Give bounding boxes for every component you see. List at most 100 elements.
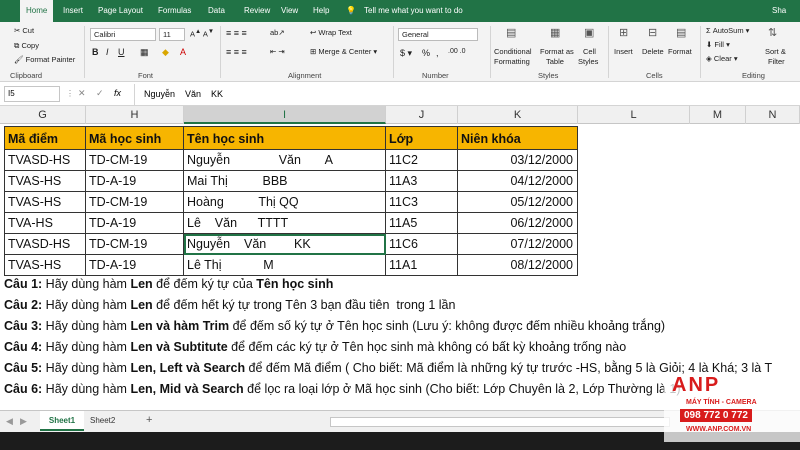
column-header-m[interactable]: M [690,106,746,124]
insert-cells-button[interactable]: Insert [614,47,633,56]
table-cell[interactable]: 06/12/2000 [458,213,578,234]
tab-home[interactable]: Home [20,0,54,22]
fill-button[interactable]: ⬇ Fill ▾ [706,40,730,49]
share-button[interactable]: Sha [772,6,786,15]
table-cell[interactable]: TD-A-19 [86,213,184,234]
conditional-formatting-button[interactable]: Conditional [494,47,532,56]
header-cell[interactable]: Mã học sinh [86,126,184,150]
table-cell[interactable]: TVAS-HS [4,171,86,192]
table-cell[interactable]: TVAS-HS [4,192,86,213]
format-cells-button[interactable]: Format [668,47,692,56]
table-cell[interactable]: Lê Văn TTTT [184,213,386,234]
table-cell[interactable]: 11C2 [386,150,458,171]
comma-button[interactable]: , [436,48,439,58]
table-cell[interactable]: TD-CM-19 [86,234,184,255]
column-header-j[interactable]: J [386,106,458,124]
column-header-g[interactable]: G [0,106,86,124]
wrap-text-button[interactable]: ↩ Wrap Text [310,28,352,37]
align-left-icon[interactable]: ≡ ≡ ≡ [226,47,247,57]
header-cell[interactable]: Niên khóa [458,126,578,150]
underline-button[interactable]: U [118,47,125,57]
header-cell[interactable]: Mã điểm [4,126,86,150]
table-cell[interactable]: TD-CM-19 [86,192,184,213]
column-header-i[interactable]: I [184,106,386,124]
percent-button[interactable]: % [422,48,430,58]
horizontal-scrollbar[interactable] [330,417,670,427]
sort-filter-button[interactable]: Sort & [765,47,786,56]
table-cell[interactable]: Nguyễn Văn A [184,150,386,171]
table-cell[interactable]: TVAS-HS [4,255,86,276]
table-cell[interactable]: 07/12/2000 [458,234,578,255]
table-cell[interactable]: 08/12/2000 [458,255,578,276]
cut-button[interactable]: ✂ Cut [14,26,34,35]
question-5[interactable]: Câu 5: Hãy dùng hàm Len, Left và Search … [4,361,772,375]
align-top-icon[interactable]: ≡ ≡ ≡ [226,28,247,38]
question-2[interactable]: Câu 2: Hãy dùng hàm Len để đếm hết ký tự… [4,298,455,312]
column-header-l[interactable]: L [578,106,690,124]
table-cell[interactable]: 04/12/2000 [458,171,578,192]
insert-function-button[interactable]: fx [114,88,121,98]
table-cell[interactable]: Mai Thị BBB [184,171,386,192]
sheet-tab-sheet1[interactable]: Sheet1 [40,411,84,431]
font-color-icon[interactable]: A [180,47,186,57]
tab-formulas[interactable]: Formulas [158,6,191,15]
add-sheet-button[interactable]: + [146,414,152,426]
table-cell[interactable]: TD-CM-19 [86,150,184,171]
format-painter-button[interactable]: 🖌 Format Painter [14,55,75,64]
indent-icon[interactable]: ⇤ ⇥ [270,47,285,56]
enter-icon[interactable]: ✓ [96,88,104,99]
clear-button[interactable]: ◈ Clear ▾ [706,54,738,63]
italic-button[interactable]: I [106,47,109,57]
column-header-k[interactable]: K [458,106,578,124]
borders-icon[interactable]: ▦ [140,47,149,58]
delete-cells-button[interactable]: Delete [642,47,664,56]
sheet-tab-sheet2[interactable]: Sheet2 [90,416,115,425]
copy-button[interactable]: ⧉ Copy [14,41,39,51]
cancel-icon[interactable]: ✕ [78,88,86,99]
currency-icon[interactable]: $ ▾ [400,48,412,59]
tab-review[interactable]: Review [244,6,270,15]
question-4[interactable]: Câu 4: Hãy dùng hàm Len và Subtitute để … [4,340,626,354]
table-cell[interactable]: 05/12/2000 [458,192,578,213]
header-cell[interactable]: Lớp [386,126,458,150]
table-cell[interactable]: 11A3 [386,171,458,192]
tell-me-input[interactable]: Tell me what you want to do [364,6,463,15]
question-1[interactable]: Câu 1: Hãy dùng hàm Len để đếm ký tự của… [4,277,333,291]
tab-insert[interactable]: Insert [63,6,83,15]
scroll-left-icon[interactable]: ◀ [6,416,13,427]
column-header-h[interactable]: H [86,106,184,124]
format-as-table-button[interactable]: Format as [540,47,574,56]
cell-styles-button[interactable]: Cell [583,47,596,56]
column-header-n[interactable]: N [746,106,800,124]
table-cell[interactable]: 03/12/2000 [458,150,578,171]
font-size-select[interactable]: 11 [159,28,185,41]
table-cell[interactable]: Hoàng Thị QQ [184,192,386,213]
font-name-select[interactable]: Calibri [90,28,156,41]
worksheet-grid[interactable]: Mã điểm Mã học sinh Tên học sinh Lớp Niê… [0,124,800,409]
table-cell[interactable]: Lê Thị M [184,255,386,276]
autosum-button[interactable]: Σ AutoSum ▾ [706,26,749,35]
table-cell[interactable]: TVA-HS [4,213,86,234]
table-cell[interactable]: TVASD-HS [4,150,86,171]
table-cell[interactable]: 11A5 [386,213,458,234]
number-format-select[interactable]: General [398,28,478,41]
tab-view[interactable]: View [281,6,298,15]
merge-center-button[interactable]: ⊞ Merge & Center ▾ [310,47,377,56]
active-cell[interactable]: Nguyễn Văn KK [184,234,386,255]
table-cell[interactable]: TD-A-19 [86,255,184,276]
scroll-right-icon[interactable]: ▶ [20,416,27,427]
table-cell[interactable]: 11A1 [386,255,458,276]
formula-input[interactable]: Nguyễn Văn KK [144,89,223,99]
grow-font-icon[interactable]: A▲ A▼ [190,28,214,39]
orientation-icon[interactable]: ab↗ [270,28,285,37]
tab-page-layout[interactable]: Page Layout [98,6,143,15]
decimal-icon[interactable]: .00 .0 [448,48,466,55]
table-cell[interactable]: TVASD-HS [4,234,86,255]
name-box[interactable]: I5 [4,86,60,102]
table-cell[interactable]: 11C6 [386,234,458,255]
table-cell[interactable]: TD-A-19 [86,171,184,192]
tab-data[interactable]: Data [208,6,225,15]
table-cell[interactable]: 11C3 [386,192,458,213]
bold-button[interactable]: B [92,47,99,57]
question-6[interactable]: Câu 6: Hãy dùng hàm Len, Mid và Search đ… [4,382,681,396]
